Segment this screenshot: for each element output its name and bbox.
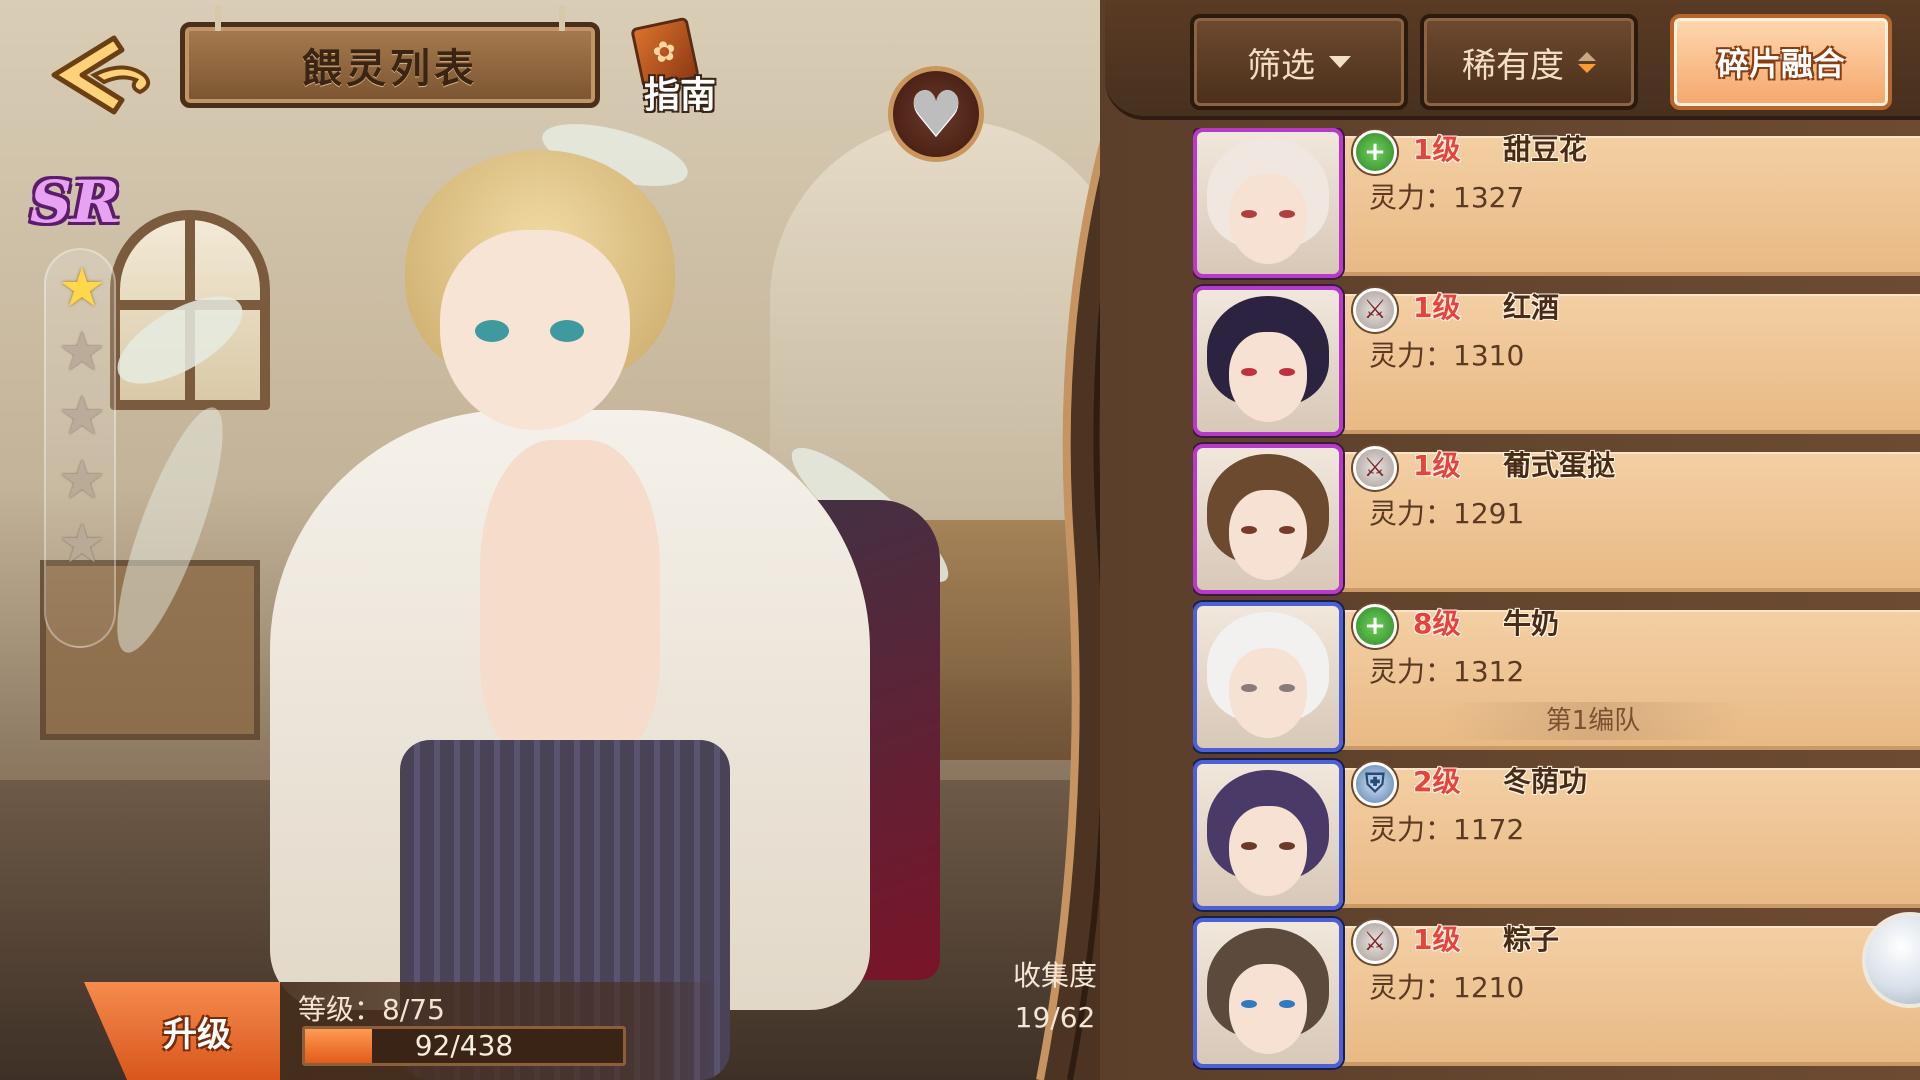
level-panel: 等级：8/75 92/438 [280, 982, 720, 1080]
collection-progress: 收集度 19/62 [990, 955, 1120, 1039]
exp-progress-bar: 92/438 [302, 1026, 626, 1066]
avatar-eye [1241, 368, 1257, 376]
board-rope [215, 5, 221, 31]
heart-icon: ♥ [908, 77, 964, 150]
star-empty-icon: ★ [57, 448, 107, 511]
page-title: 餵灵列表 [302, 45, 478, 92]
spirit-power: 灵力：1291 [1369, 497, 1525, 530]
heal-icon: + [1353, 604, 1397, 648]
character-face [440, 230, 630, 430]
character-eye [475, 320, 509, 342]
favorite-button[interactable]: ♥ [888, 66, 984, 162]
rarity-badge: SR [30, 168, 121, 236]
team-badge: 第1编队 [1443, 702, 1743, 740]
avatar-face [1229, 332, 1307, 422]
spirit-avatar[interactable] [1193, 602, 1343, 752]
board-rope [559, 5, 565, 31]
spirit-level: 2级 [1413, 765, 1461, 798]
attack-icon: ⚔ [1353, 920, 1397, 964]
spirit-list[interactable]: +1级 甜豆花 灵力：1327 ⚔ 1级 红酒 灵力：1310 ⚔ 1级 葡式蛋挞 灵力：1291 +… [1193, 128, 1920, 1080]
spirit-card[interactable]: ⚔ 1级 红酒灵力：1310 [1193, 286, 1920, 436]
rarity-sort-label: 稀有度 [1462, 45, 1564, 86]
spirit-power: 灵力：1172 [1369, 813, 1525, 846]
filter-label: 筛选 [1247, 45, 1315, 86]
spirit-card[interactable]: ⚔ 1级 葡式蛋挞灵力：1291 [1193, 444, 1920, 594]
chevron-down-icon [1329, 56, 1351, 68]
rarity-sort-button[interactable]: 稀有度 [1420, 14, 1638, 110]
spirit-power: 灵力：1327 [1369, 181, 1525, 214]
collection-value: 19/62 [1014, 1001, 1096, 1034]
avatar-face [1229, 174, 1307, 264]
spirit-level: 1级 [1413, 291, 1461, 324]
back-button[interactable] [44, 30, 164, 120]
spirit-avatar[interactable] [1193, 760, 1343, 910]
exp-text: 92/438 [414, 1029, 514, 1062]
spirit-name: 葡式蛋挞 [1503, 449, 1616, 482]
spirit-avatar[interactable] [1193, 918, 1343, 1068]
spirit-name: 甜豆花 [1503, 133, 1588, 166]
avatar-eye [1241, 684, 1257, 692]
spirit-card[interactable]: ⛨ 2级 冬荫功灵力：1172 [1193, 760, 1920, 910]
spirit-name: 粽子 [1503, 923, 1560, 956]
star-empty-icon: ★ [57, 320, 107, 383]
sort-arrows-icon [1578, 51, 1596, 73]
guide-button[interactable]: 指南 [628, 16, 728, 116]
level-text: 等级：8/75 [298, 993, 445, 1026]
avatar-eye [1241, 526, 1257, 534]
avatar-face [1229, 806, 1307, 896]
avatar-eye [1279, 526, 1295, 534]
spirit-name: 牛奶 [1503, 607, 1560, 640]
character-chest [480, 440, 660, 760]
avatar-face [1229, 964, 1307, 1054]
spirit-name: 冬荫功 [1503, 765, 1588, 798]
attack-icon: ⚔ [1353, 446, 1397, 490]
spirit-card[interactable]: +1级 甜豆花灵力：1327 [1193, 128, 1920, 278]
fragment-fusion-button[interactable]: 碎片融合 [1670, 14, 1892, 110]
avatar-face [1229, 490, 1307, 580]
title-board: 餵灵列表 [180, 5, 600, 108]
star-rating: ★ ★ ★ ★ ★ [44, 248, 116, 648]
spirit-card[interactable]: +8级 牛奶灵力：1312 第1编队 [1193, 602, 1920, 752]
star-filled-icon: ★ [57, 256, 107, 319]
avatar-eye [1241, 210, 1257, 218]
avatar-eye [1279, 842, 1295, 850]
star-empty-icon: ★ [57, 384, 107, 447]
avatar-eye [1241, 1000, 1257, 1008]
avatar-eye [1279, 684, 1295, 692]
spirit-card[interactable]: ⚔ 1级 粽子灵力：1210 [1193, 918, 1920, 1068]
spirit-power: 灵力：1312 [1369, 655, 1525, 688]
avatar-eye [1279, 210, 1295, 218]
star-empty-icon: ★ [57, 512, 107, 575]
spirit-avatar[interactable] [1193, 128, 1343, 278]
spirit-level: 8级 [1413, 607, 1461, 640]
avatar-face [1229, 648, 1307, 738]
spirit-power: 灵力：1310 [1369, 339, 1525, 372]
spirit-level: 1级 [1413, 133, 1461, 166]
character-illustration[interactable] [97, 111, 963, 1080]
attack-icon: ⚔ [1353, 288, 1397, 332]
spirit-avatar[interactable] [1193, 444, 1343, 594]
collection-label: 收集度 [1012, 959, 1097, 992]
fragment-fusion-label: 碎片融合 [1716, 45, 1845, 83]
upgrade-label: 升级 [163, 1014, 231, 1055]
game-screen: 餵灵列表 指南 ♥ SR ★★★★★ 筛选 稀有度 碎片融合 +1级甜豆花灵力：… [0, 0, 1920, 1080]
heal-icon: + [1353, 130, 1397, 174]
back-arrow-icon [51, 35, 151, 115]
spirit-name: 红酒 [1503, 291, 1560, 324]
guide-label: 指南 [644, 75, 717, 116]
avatar-eye [1279, 368, 1295, 376]
spirit-level: 1级 [1413, 923, 1461, 956]
spirit-avatar[interactable] [1193, 286, 1343, 436]
character-eye [550, 320, 584, 342]
spirit-power: 灵力：1210 [1369, 971, 1525, 1004]
defense-icon: ⛨ [1353, 762, 1397, 806]
filter-dropdown[interactable]: 筛选 [1190, 14, 1408, 110]
spirit-level: 1级 [1413, 449, 1461, 482]
avatar-eye [1241, 842, 1257, 850]
avatar-eye [1279, 1000, 1295, 1008]
